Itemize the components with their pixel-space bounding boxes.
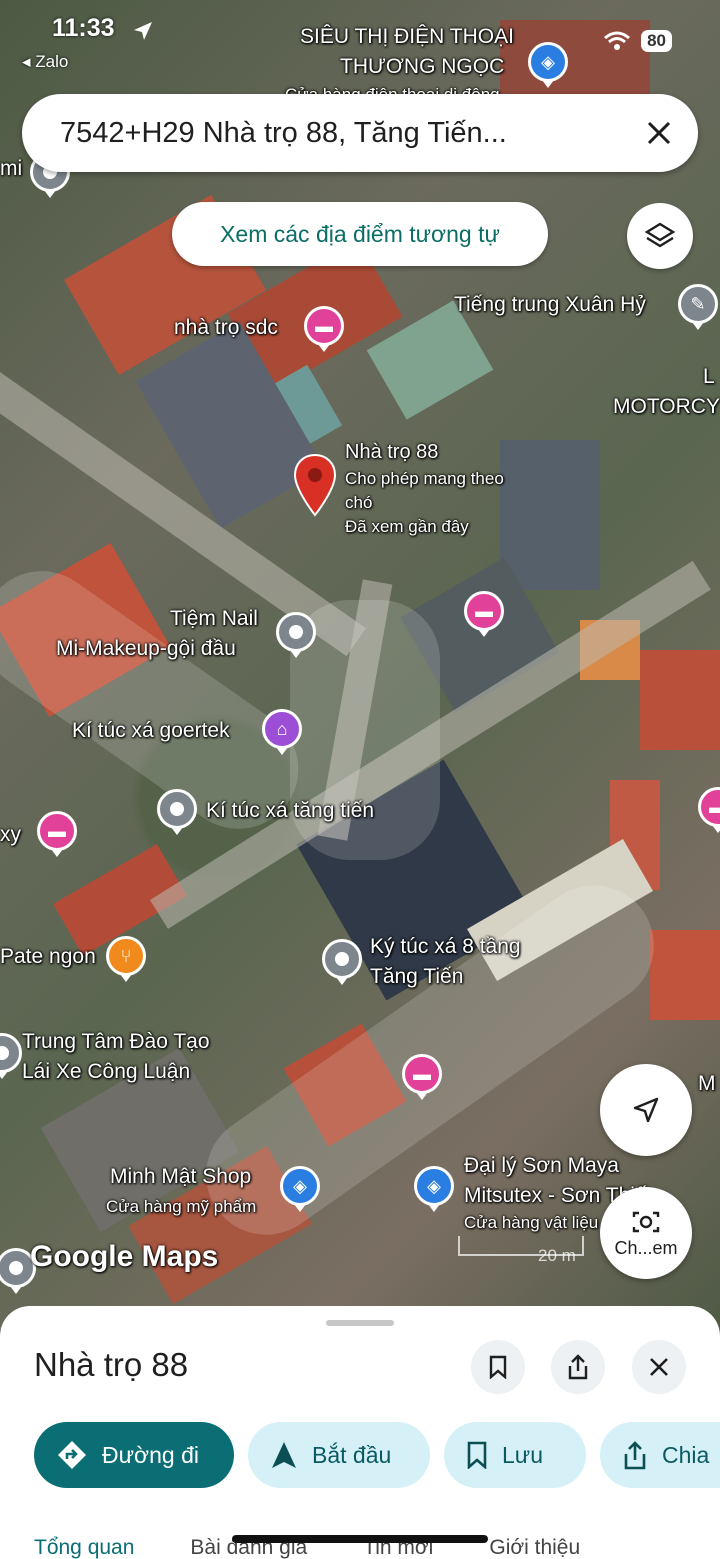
bookmark-icon [489,1355,507,1379]
map-label[interactable]: SIÊU THỊ ĐIỆN THOẠI [300,24,514,49]
school-pin-icon[interactable]: ✎ [678,284,718,324]
google-maps-logo: Google Maps [30,1240,219,1273]
location-arrow-icon [134,22,152,40]
selected-place-name[interactable]: Nhà trọ 88 [345,440,438,465]
search-bar[interactable]: 7542+H29 Nhà trọ 88, Tăng Tiến... [22,94,698,172]
map-label[interactable]: Ký túc xá 8 tầng [370,934,521,959]
sheet-drag-handle[interactable] [326,1320,394,1326]
status-time: 11:33 [52,14,115,42]
map-scale-text: 20 m [538,1246,576,1265]
save-bookmark-button[interactable] [471,1340,525,1394]
similar-places-button[interactable]: Xem các địa điểm tương tự [172,202,548,266]
map-label[interactable]: nhà trọ sdc [174,315,278,340]
map-label[interactable]: Lái Xe Công Luận [22,1059,190,1084]
poi-pin-icon[interactable] [157,789,197,829]
map-roof [650,930,720,1020]
camera-lens-icon [632,1211,660,1232]
directions-icon [58,1441,86,1469]
map-label[interactable]: Trung Tâm Đào Tạo [22,1029,210,1054]
map-label[interactable]: Kí túc xá tăng tiến [206,798,374,823]
restaurant-pin-icon[interactable]: ⑂ [106,936,146,976]
navigation-start-icon [272,1442,296,1468]
wifi-icon [604,31,631,50]
map-roof [640,650,720,750]
pin-dot-icon [9,1261,23,1275]
poi-pin-icon[interactable] [0,1033,22,1073]
clear-search-button[interactable] [620,94,698,172]
map-label[interactable]: Kí túc xá goertek [72,718,230,743]
pin-dot-icon [289,625,303,639]
hotel-pin-icon[interactable]: ▬ [464,591,504,631]
directions-button[interactable]: Đường đi [34,1422,234,1488]
map-label[interactable]: L [703,364,715,389]
map-label[interactable]: Minh Mật Shop [110,1164,251,1189]
map-label[interactable]: Pate ngon [0,944,96,969]
start-button[interactable]: Bắt đầu [248,1422,430,1488]
tab-about[interactable]: Giới thiệu [489,1536,580,1559]
shop-pin-icon[interactable]: ◈ [280,1166,320,1206]
hotel-pin-icon[interactable]: ▬ [304,306,344,346]
place-title: Nhà trọ 88 [34,1346,189,1383]
lens-label: Ch...em [614,1237,678,1258]
map-roof [500,440,600,590]
selected-location-pin-icon[interactable] [293,453,337,517]
poi-pin-icon[interactable] [322,939,362,979]
action-chips: Đường đi Bắt đầu Lưu Chia [34,1422,720,1488]
map-label[interactable]: Đại lý Sơn Maya [464,1153,619,1178]
close-icon [647,121,671,145]
pin-dot-icon [0,1046,9,1060]
lens-button[interactable]: Ch...em [600,1187,692,1279]
start-label: Bắt đầu [312,1441,392,1468]
tab-overview[interactable]: Tổng quan [34,1536,134,1559]
hotel-pin-icon[interactable]: ▬ [402,1054,442,1094]
hotel-pin-icon[interactable]: ▬ [698,787,720,827]
poi-pin-icon[interactable] [276,612,316,652]
map-label[interactable]: THƯƠNG NGỌC [340,54,504,79]
map-label[interactable]: Tiếng trung Xuân Hỷ [454,292,646,317]
home-indicator[interactable] [232,1535,488,1543]
map-label[interactable]: Mi-Makeup-gội đầu [56,636,236,661]
share-label: Chia [662,1441,710,1468]
pin-dot-icon [170,802,184,816]
map-label[interactable]: MOTORCY [613,394,720,419]
close-icon [650,1358,668,1376]
save-button[interactable]: Lưu [444,1422,586,1488]
shop-pin-icon[interactable]: ◈ [414,1166,454,1206]
my-location-button[interactable] [600,1064,692,1156]
bookmark-icon [467,1441,487,1469]
share-chip-button[interactable]: Chia [600,1422,720,1488]
map-label[interactable]: xy [0,822,21,847]
back-to-app-link[interactable]: ◂ Zalo [22,52,68,72]
hotel-pin-icon[interactable]: ▬ [37,811,77,851]
share-button[interactable] [551,1340,605,1394]
navigation-arrow-icon [633,1097,659,1123]
place-bottom-sheet[interactable]: Nhà trọ 88 Đường đi Bắt đầu Lưu Chia Tổn… [0,1306,720,1559]
map-label[interactable]: mi [0,156,22,181]
map-layers-button[interactable] [627,203,693,269]
selected-place-info: Cho phép mang theo [345,469,504,488]
map-label: Cửa hàng mỹ phẩm [106,1197,257,1216]
selected-place-info: Đã xem gần đây [345,517,469,536]
map-label[interactable]: Tiệm Nail [170,606,258,631]
battery-indicator: 80 [641,30,672,52]
status-indicators: 80 [603,30,672,52]
share-icon [624,1441,646,1470]
layers-icon [644,222,676,248]
selected-place-info: chó [345,493,373,512]
save-label: Lưu [502,1441,543,1468]
store-pin-icon[interactable]: ◈ [528,42,568,82]
share-icon [568,1354,588,1380]
map-label[interactable]: Tăng Tiến [370,964,463,989]
search-input[interactable]: 7542+H29 Nhà trọ 88, Tăng Tiến... [22,117,620,150]
pin-dot-icon [335,952,349,966]
map-label[interactable]: M [698,1071,716,1096]
directions-label: Đường đi [102,1441,199,1468]
dorm-pin-icon[interactable]: ⌂ [262,709,302,749]
close-sheet-button[interactable] [632,1340,686,1394]
map-label: Cửa hàng vật liệu [464,1213,599,1232]
